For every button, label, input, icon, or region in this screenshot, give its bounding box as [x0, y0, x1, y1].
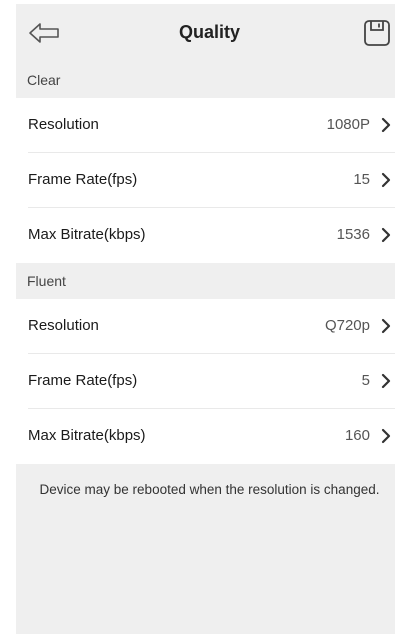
row-value: 1080P	[326, 116, 370, 133]
row-label: Frame Rate(fps)	[28, 171, 138, 188]
chevron-right-icon	[381, 373, 391, 389]
section-header-clear: Clear	[16, 62, 395, 98]
save-icon[interactable]	[363, 19, 391, 47]
reboot-warning-note: Device may be rebooted when the resoluti…	[39, 482, 380, 497]
quality-screen: Quality Clear Resolution 1080P Frame Rat…	[0, 0, 395, 634]
row-value: 160	[344, 427, 370, 444]
chevron-right-icon	[381, 227, 391, 243]
row-label: Max Bitrate(kbps)	[28, 226, 146, 243]
list-item-clear-resolution[interactable]: Resolution 1080P	[16, 98, 395, 153]
row-label: Max Bitrate(kbps)	[28, 427, 146, 444]
row-value: 5	[361, 372, 370, 389]
app-frame: Quality Clear Resolution 1080P Frame Rat…	[16, 4, 395, 634]
row-label: Resolution	[28, 317, 99, 334]
list-item-clear-frame-rate[interactable]: Frame Rate(fps) 15	[16, 153, 395, 208]
header-bar: Quality	[16, 4, 395, 62]
list-item-clear-max-bitrate[interactable]: Max Bitrate(kbps) 1536	[16, 208, 395, 263]
list-item-fluent-frame-rate[interactable]: Frame Rate(fps) 5	[16, 354, 395, 409]
row-label: Resolution	[28, 116, 99, 133]
chevron-right-icon	[381, 117, 391, 133]
row-value: 1536	[336, 226, 370, 243]
row-value: Q720p	[324, 317, 370, 334]
list-item-fluent-resolution[interactable]: Resolution Q720p	[16, 299, 395, 354]
chevron-right-icon	[381, 428, 391, 444]
section-header-fluent: Fluent	[16, 263, 395, 299]
list-item-fluent-max-bitrate[interactable]: Max Bitrate(kbps) 160	[16, 409, 395, 464]
page-title: Quality	[178, 22, 240, 42]
chevron-right-icon	[381, 172, 391, 188]
chevron-right-icon	[381, 318, 391, 334]
row-label: Frame Rate(fps)	[28, 372, 138, 389]
row-value: 15	[353, 171, 370, 188]
